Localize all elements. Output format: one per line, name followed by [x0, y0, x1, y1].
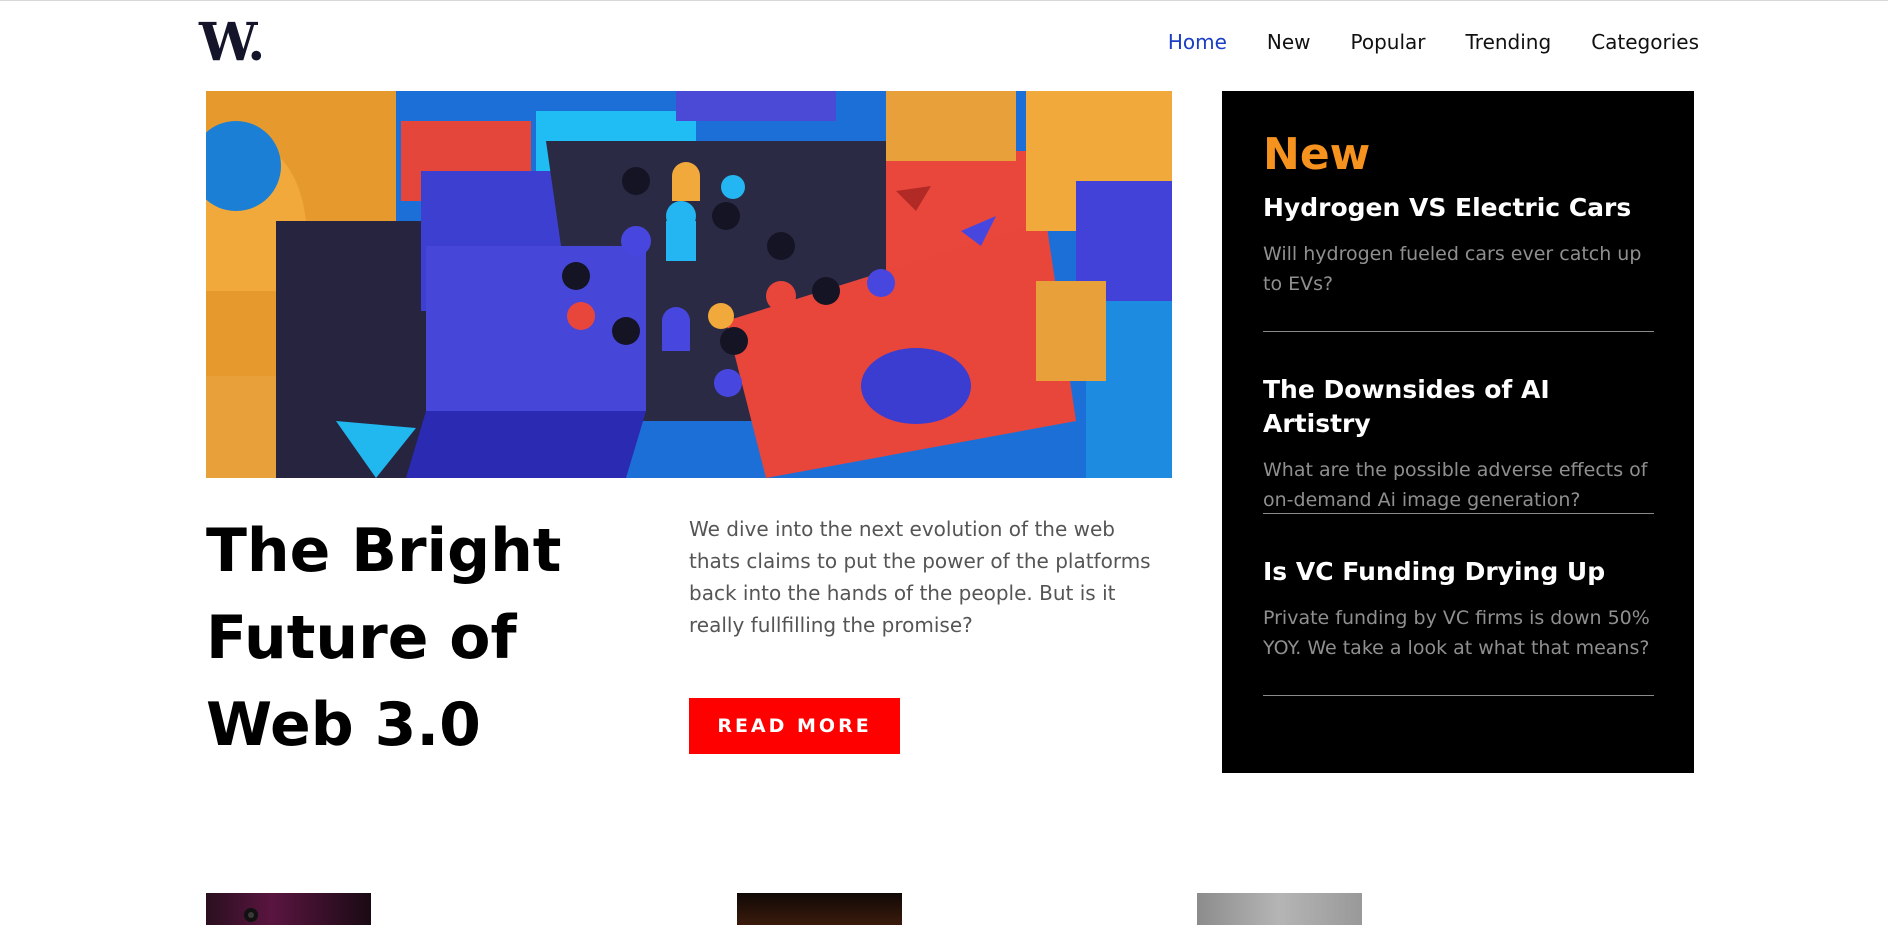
article-thumbnail[interactable] — [1197, 893, 1362, 925]
site-logo[interactable]: W. — [199, 12, 265, 73]
new-article-summary: Private funding by VC firms is down 50% … — [1263, 607, 1650, 659]
site-header: W. Home New Popular Trending Categories — [0, 0, 1888, 90]
nav-home[interactable]: Home — [1168, 30, 1227, 54]
new-article-title[interactable]: Hydrogen VS Electric Cars — [1263, 191, 1654, 225]
nav-new[interactable]: New — [1267, 30, 1311, 54]
new-article-item[interactable]: Hydrogen VS Electric Cars Will hydrogen … — [1263, 191, 1654, 332]
new-article-item[interactable]: The Downsides of AI Artistry What are th… — [1263, 373, 1654, 514]
thumbnail-image — [244, 908, 258, 922]
new-article-summary: What are the possible adverse effects of… — [1263, 459, 1648, 511]
main-nav: Home New Popular Trending Categories — [1168, 30, 1699, 54]
new-panel-heading: New — [1263, 129, 1371, 180]
hero-title[interactable]: The Bright Future of Web 3.0 — [206, 508, 646, 769]
nav-trending[interactable]: Trending — [1466, 30, 1552, 54]
nav-popular[interactable]: Popular — [1351, 30, 1426, 54]
hero-image[interactable] — [206, 91, 1172, 478]
new-article-title[interactable]: Is VC Funding Drying Up — [1263, 555, 1654, 589]
new-article-item[interactable]: Is VC Funding Drying Up Private funding … — [1263, 555, 1654, 696]
article-thumbnail[interactable] — [737, 893, 902, 925]
hero-description: We dive into the next evolution of the w… — [689, 517, 1151, 637]
nav-categories[interactable]: Categories — [1591, 30, 1699, 54]
new-articles-panel: New Hydrogen VS Electric Cars Will hydro… — [1222, 91, 1694, 773]
new-article-summary: Will hydrogen fueled cars ever catch up … — [1263, 243, 1642, 295]
article-thumbnail[interactable] — [206, 893, 371, 925]
read-more-button[interactable]: READ MORE — [689, 698, 900, 754]
hero-blocks-illustration — [206, 91, 1172, 478]
new-article-title[interactable]: The Downsides of AI Artistry — [1263, 373, 1654, 441]
